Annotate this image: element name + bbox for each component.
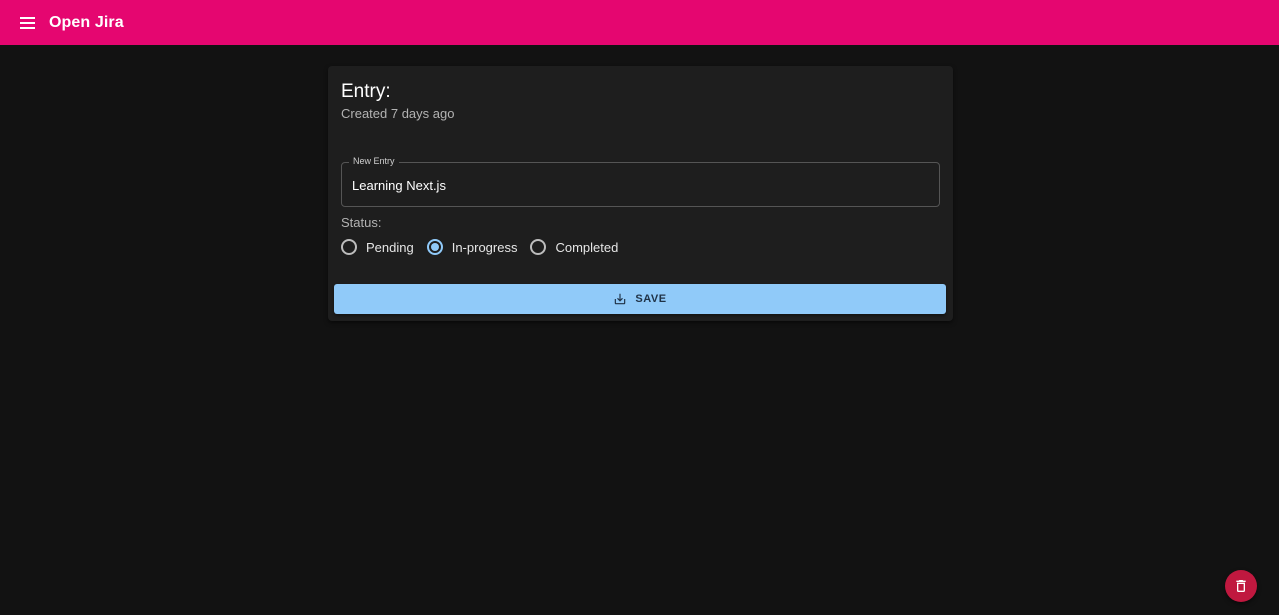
new-entry-label: New Entry	[349, 156, 399, 166]
status-radio-group: Pending In-progress Completed	[341, 239, 631, 255]
card-subtitle: Created 7 days ago	[341, 106, 455, 121]
status-option-label: Completed	[555, 239, 619, 255]
new-entry-input[interactable]	[352, 175, 922, 195]
trash-icon	[1236, 580, 1246, 592]
status-label: Status:	[341, 215, 382, 230]
entry-card: Entry: Created 7 days ago New Entry Stat…	[328, 66, 953, 321]
radio-unchecked-icon[interactable]	[341, 239, 357, 255]
radio-checked-icon[interactable]	[426, 239, 443, 255]
save-button-label: SAVE	[635, 293, 667, 305]
app-bar: Open Jira	[0, 0, 1279, 45]
delete-button[interactable]	[1225, 570, 1257, 602]
status-option-completed[interactable]: Completed	[530, 239, 618, 255]
menu-icon[interactable]	[20, 16, 38, 30]
status-option-in-progress[interactable]: In-progress	[426, 239, 518, 255]
new-entry-field: New Entry	[341, 156, 940, 207]
status-option-label: Pending	[366, 239, 414, 255]
status-option-pending[interactable]: Pending	[341, 239, 414, 255]
status-option-label: In-progress	[451, 239, 518, 255]
app-title: Open Jira	[49, 13, 124, 31]
card-title: Entry:	[341, 81, 391, 102]
save-button[interactable]: SAVE	[334, 284, 946, 314]
radio-unchecked-icon[interactable]	[530, 239, 547, 255]
save-alt-icon	[615, 293, 626, 305]
